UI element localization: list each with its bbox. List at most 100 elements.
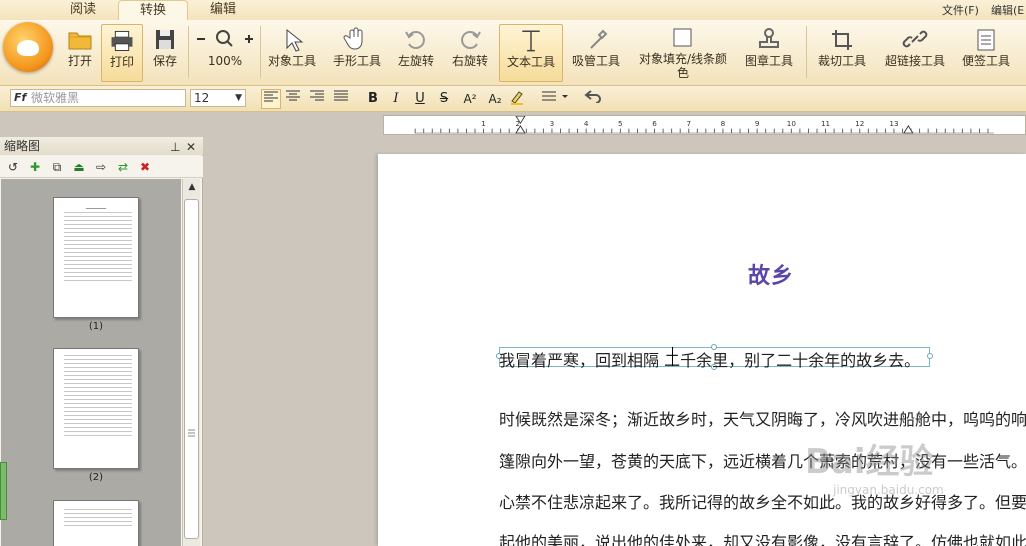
scroll-thumb[interactable] — [184, 199, 199, 539]
cursor-arrow-icon — [286, 28, 304, 52]
thumb-text-line — [64, 248, 132, 249]
align-center-button[interactable] — [283, 89, 303, 109]
document-title[interactable]: 故乡 — [748, 258, 794, 290]
thumb-text-line — [64, 431, 132, 432]
tab-read[interactable]: 阅读 — [48, 0, 118, 20]
thumb-text-line — [64, 355, 132, 356]
add-page-icon[interactable]: ✚ — [27, 159, 43, 175]
page-thumbnail-2[interactable] — [53, 348, 139, 469]
ruler-tick-label: 11 — [821, 119, 830, 128]
rotate-left-icon — [405, 31, 425, 49]
replace-page-icon[interactable]: ⇄ — [115, 159, 131, 175]
thumb-text-line — [64, 521, 132, 522]
crop-tool-label: 裁切工具 — [817, 54, 866, 68]
resize-handle[interactable] — [927, 353, 933, 359]
zoom-level[interactable]: 100% — [193, 54, 257, 68]
underline-button[interactable]: U — [410, 89, 430, 109]
insert-page-icon[interactable]: ⧉ — [49, 159, 65, 175]
thumb-text-line — [64, 427, 132, 428]
pdf-editor-window: 阅读 转换 编辑 文件(F) 编辑(E 打开 打印 保存 100% 对象工具 手… — [0, 0, 1026, 546]
rotate-page-icon[interactable]: ↺ — [5, 159, 21, 175]
font-family-field[interactable]: Ff 微软雅黑 — [10, 89, 186, 107]
page-number-2: (2) — [88, 472, 104, 483]
sticky-note-icon — [977, 29, 995, 51]
pin-icon[interactable]: ⊥ — [170, 138, 180, 156]
subscript-button[interactable]: A₂ — [485, 89, 505, 109]
ruler-tick-label: 5 — [618, 119, 623, 128]
thumb-text-line — [64, 399, 132, 400]
thumb-text-line — [64, 256, 132, 257]
hyperlink-tool-button[interactable]: 超链接工具 — [880, 24, 950, 82]
align-right-button[interactable] — [307, 89, 327, 109]
thumb-text-line — [64, 220, 132, 221]
thumb-text-line — [64, 517, 132, 518]
thumb-text-line — [64, 423, 132, 424]
export-page-icon[interactable]: ⇨ — [93, 159, 109, 175]
thumb-text-line — [64, 363, 132, 364]
app-logo-icon[interactable] — [3, 22, 53, 72]
hand-tool-button[interactable]: 手形工具 — [328, 24, 386, 82]
close-icon[interactable]: ✕ — [186, 138, 196, 156]
line-spacing-button[interactable] — [538, 89, 572, 109]
save-label: 保存 — [152, 54, 177, 68]
paragraph-line[interactable]: 心禁不住悲凉起来了。我所记得的故乡全不如此。我的故乡好得多了。但要我 — [499, 489, 1026, 513]
thumb-text-line — [64, 379, 132, 380]
thumbnail-panel-header: 缩略图 ⊥ ✕ — [0, 137, 203, 155]
rotate-left-button[interactable]: 左旋转 — [390, 24, 442, 82]
text-caret — [672, 347, 673, 366]
thumb-text-line — [64, 216, 132, 217]
print-button[interactable]: 打印 — [101, 24, 143, 82]
rotate-right-label: 右旋转 — [451, 54, 488, 68]
open-button[interactable]: 打开 — [60, 24, 100, 82]
undo-button[interactable] — [583, 89, 603, 109]
align-justify-button[interactable] — [331, 89, 351, 109]
font-size-select[interactable]: 12 ▼ — [190, 89, 246, 107]
text-tool-button[interactable]: 文本工具 — [499, 24, 563, 82]
delete-page-icon[interactable]: ✖ — [137, 159, 153, 175]
file-menu[interactable]: 文件(F) — [942, 2, 979, 18]
highlight-button[interactable] — [507, 89, 527, 109]
object-tool-button[interactable]: 对象工具 — [263, 24, 321, 82]
edit-menu[interactable]: 编辑(E — [991, 2, 1024, 18]
printer-icon — [111, 30, 133, 51]
italic-button[interactable]: I — [386, 89, 406, 109]
thumb-text-line — [64, 395, 132, 396]
scroll-up-arrow-icon[interactable]: ▲ — [183, 179, 201, 195]
rotate-left-label: 左旋转 — [397, 54, 434, 68]
save-button[interactable]: 保存 — [145, 24, 185, 82]
align-left-button[interactable] — [261, 89, 281, 109]
selected-text-line[interactable]: 我冒着严寒，回到相隔 二千余里，别了二十余年的故乡去。 — [499, 347, 920, 371]
crop-tool-button[interactable]: 裁切工具 — [812, 24, 872, 82]
zoom-control: 100% — [193, 24, 257, 82]
tab-edit[interactable]: 编辑 — [188, 0, 258, 20]
ruler-tick-label: 9 — [755, 119, 760, 128]
thumb-text-line — [64, 387, 132, 388]
eyedropper-icon — [590, 29, 608, 49]
crop-icon — [832, 30, 852, 50]
paragraph-line[interactable]: 时候既然是深冬；渐近故乡时，天气又阴晦了，冷风吹进船舱中，呜呜的响 — [499, 406, 1026, 430]
horizontal-ruler[interactable]: 1 2 3 4 5 6 7 8 9 10 11 12 13 — [383, 115, 1026, 135]
superscript-button[interactable]: A² — [460, 89, 480, 109]
tab-convert[interactable]: 转换 — [118, 0, 188, 20]
note-tool-button[interactable]: 便签工具 — [955, 24, 1017, 82]
thumb-text-line — [64, 415, 132, 416]
bold-button[interactable]: B — [363, 89, 383, 109]
thumb-text-line — [64, 375, 132, 376]
stamp-tool-button[interactable]: 图章工具 — [740, 24, 798, 82]
paragraph-line[interactable]: 篷隙向外一望，苍黄的天底下，远近横着几个萧索的荒村，没有一些活气。我 — [499, 448, 1026, 472]
thumbnail-list[interactable]: (1) (2) — [1, 179, 181, 546]
ruler-tick-label: 12 — [855, 119, 864, 128]
paragraph-line[interactable]: 起他的美丽，说出他的佳处来，却又没有影像，没有言辞了。仿佛也就如此。 — [499, 529, 1026, 546]
strikethrough-button[interactable]: S — [434, 89, 454, 109]
fill-line-color-button[interactable]: 对象填充/线条颜 色 — [636, 24, 730, 82]
thumb-text-line — [64, 419, 132, 420]
thumb-text-line — [64, 240, 132, 241]
page-thumbnail-3[interactable] — [53, 500, 139, 546]
eyedropper-tool-button[interactable]: 吸管工具 — [566, 24, 626, 82]
extract-page-icon[interactable]: ⏏ — [71, 159, 87, 175]
rotate-right-button[interactable]: 右旋转 — [444, 24, 496, 82]
thumb-text-line — [64, 411, 132, 412]
page-thumbnail-1[interactable] — [53, 197, 139, 318]
thumb-text-line — [64, 244, 132, 245]
thumbnail-scrollbar[interactable]: ▲ — [182, 179, 200, 546]
